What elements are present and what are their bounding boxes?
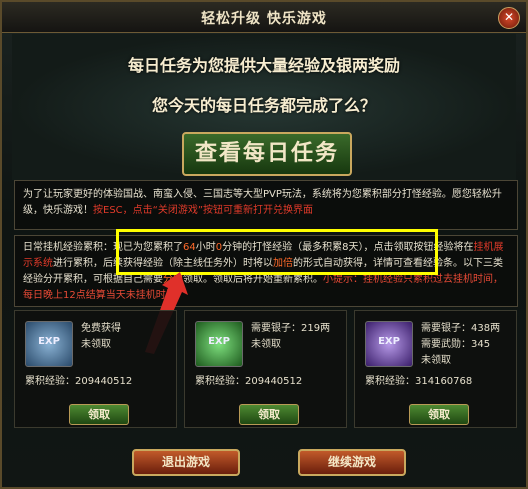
exp-scroll-icon: EXP bbox=[195, 321, 243, 367]
card-status: 未领取 bbox=[421, 355, 451, 366]
exp-card-silver: EXP 需要银子：219两 未领取 累积经验：209440512 领取 bbox=[184, 310, 347, 428]
card-cost: 需要银子：438两 bbox=[421, 323, 501, 334]
card-accumulated-exp: 累积经验：314160768 bbox=[365, 376, 473, 387]
card-status: 未领取 bbox=[251, 339, 281, 350]
icon-label: EXP bbox=[378, 336, 400, 347]
exp-cards: EXP 免费获得 未领取 累积经验：209440512 领取 EXP 需要银子：… bbox=[14, 310, 518, 430]
card-cost: 需要银子：219两 bbox=[251, 323, 331, 334]
card-accumulated-exp: 累积经验：209440512 bbox=[25, 376, 133, 387]
upgrade-dialog: 轻松升级 快乐游戏 ✕ 每日任务为您提供大量经验及银两奖励 您今天的每日任务都完… bbox=[0, 0, 528, 489]
card-merit-cost: 需要武勋：345 bbox=[421, 339, 491, 350]
continue-game-button[interactable]: 继续游戏 bbox=[298, 449, 406, 476]
exp-card-merit: EXP 需要银子：438两 需要武勋：345 未领取 累积经验：31416076… bbox=[354, 310, 517, 428]
claim-button[interactable]: 领取 bbox=[409, 404, 469, 425]
exit-game-button[interactable]: 退出游戏 bbox=[132, 449, 240, 476]
claim-button[interactable]: 领取 bbox=[69, 404, 129, 425]
footer-bar: 退出游戏 继续游戏 bbox=[2, 432, 526, 487]
icon-label: EXP bbox=[38, 336, 60, 347]
claim-button[interactable]: 领取 bbox=[239, 404, 299, 425]
exp-card-free: EXP 免费获得 未领取 累积经验：209440512 领取 bbox=[14, 310, 177, 428]
icon-label: EXP bbox=[208, 336, 230, 347]
exp-scroll-icon: EXP bbox=[365, 321, 413, 367]
card-accumulated-exp: 累积经验：209440512 bbox=[195, 376, 303, 387]
exp-scroll-icon: EXP bbox=[25, 321, 73, 367]
card-status: 未领取 bbox=[81, 339, 111, 350]
card-cost: 免费获得 bbox=[81, 323, 121, 334]
